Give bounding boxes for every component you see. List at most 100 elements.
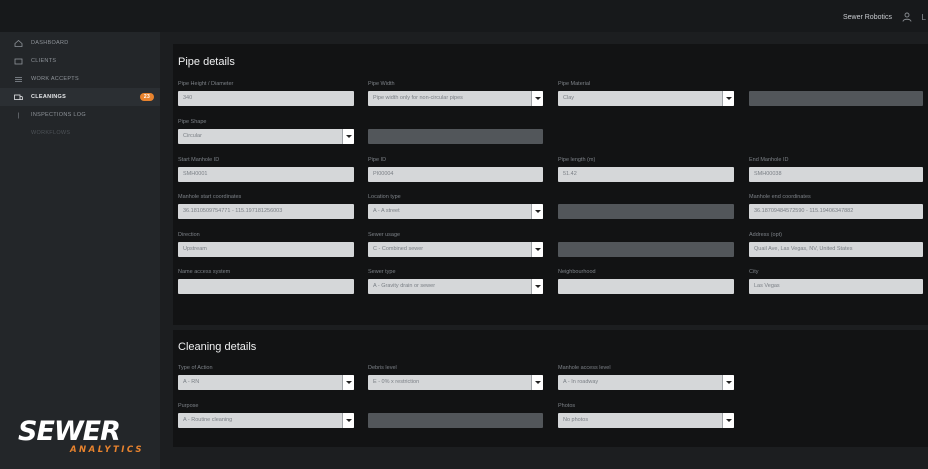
pipe-material-field: Pipe Material Clay xyxy=(558,80,734,106)
photos-field: Photos No photos xyxy=(558,402,734,428)
field-label: Address (opt) xyxy=(749,232,783,238)
chevron-down-icon[interactable] xyxy=(722,91,734,106)
logout-link[interactable]: L xyxy=(922,13,926,22)
sidebar-item-work-accepts[interactable]: Work Accepts xyxy=(0,70,160,88)
sewer-analytics-logo: SEWER ANALYTICS xyxy=(18,418,150,455)
access-system-field: Name access system xyxy=(178,268,354,294)
chevron-down-icon[interactable] xyxy=(342,413,354,428)
pipe-length-field: Pipe length (m) 51.42 xyxy=(558,156,734,182)
field-label: Sewer usage xyxy=(368,232,401,238)
pipe-height-input[interactable]: 340 xyxy=(178,91,354,106)
chevron-down-icon[interactable] xyxy=(722,375,734,390)
chevron-down-icon[interactable] xyxy=(342,129,354,144)
logo-word-sewer: SEWER xyxy=(18,416,121,447)
chevron-down-icon[interactable] xyxy=(342,375,354,390)
end-coordinates-field: Manhole end coordinates 36.1870948457259… xyxy=(749,193,923,219)
sidebar-item-workflows[interactable]: Workflows xyxy=(0,124,160,142)
field-label: Type of Action xyxy=(178,365,213,371)
pipe-height-field: Pipe Height / Diameter 340 xyxy=(178,80,354,106)
field-label: Manhole end coordinates xyxy=(749,194,811,200)
user-icon[interactable] xyxy=(902,12,912,22)
pipe-id-input[interactable]: PI00004 xyxy=(368,167,543,182)
city-input[interactable]: Las Vegas xyxy=(749,279,923,294)
pipe-width-field: Pipe Width Pipe width only for non-circu… xyxy=(368,80,543,106)
sidebar-item-cleanings[interactable]: Cleanings 23 xyxy=(0,88,160,106)
sidebar-item-inspections-log[interactable]: Inspections Log xyxy=(0,106,160,124)
field-label: Location type xyxy=(368,194,401,200)
access-system-input[interactable] xyxy=(178,279,354,294)
user-name[interactable]: Sewer Robotics xyxy=(843,14,892,21)
chevron-down-icon[interactable] xyxy=(531,375,543,390)
disabled-input xyxy=(749,91,923,106)
pipe-length-input[interactable]: 51.42 xyxy=(558,167,734,182)
field-label: Purpose xyxy=(178,403,199,409)
field-label: Debris level xyxy=(368,365,397,371)
home-icon xyxy=(14,39,23,47)
debris-level-field: Debris level E - 0% x restriction xyxy=(368,364,543,390)
chevron-down-icon[interactable] xyxy=(722,413,734,428)
end-manhole-field: End Manhole ID SMH00038 xyxy=(749,156,923,182)
chevron-down-icon[interactable] xyxy=(531,91,543,106)
field-label xyxy=(368,402,543,411)
app-window: Sewer Robotics L Dashboard Clients Work … xyxy=(0,0,928,469)
neighbourhood-input[interactable] xyxy=(558,279,734,294)
debris-level-select[interactable]: E - 0% x restriction xyxy=(368,375,543,390)
field-label: End Manhole ID xyxy=(749,157,789,163)
disabled-field-r1c4 xyxy=(749,80,923,106)
chevron-down-icon[interactable] xyxy=(531,242,543,257)
sidebar-item-label: Clients xyxy=(31,58,57,64)
start-manhole-input[interactable]: SMH0001 xyxy=(178,167,354,182)
manhole-access-field: Manhole access level A - In roadway xyxy=(558,364,734,390)
field-label: Direction xyxy=(178,232,200,238)
pipe-shape-select[interactable]: Circular xyxy=(178,129,354,144)
disabled-field-c2 xyxy=(368,402,543,428)
chevron-down-icon[interactable] xyxy=(531,204,543,219)
direction-input[interactable]: Upstream xyxy=(178,242,354,257)
chevron-down-icon[interactable] xyxy=(531,279,543,294)
field-label: Manhole start coordinates xyxy=(178,194,242,200)
manhole-access-select[interactable]: A - In roadway xyxy=(558,375,734,390)
end-manhole-input[interactable]: SMH00038 xyxy=(749,167,923,182)
disabled-field-r5c3 xyxy=(558,231,734,257)
field-label: Start Manhole ID xyxy=(178,157,220,163)
sidebar-item-label: Workflows xyxy=(31,130,71,136)
pipe-details-panel: Pipe details Pipe Height / Diameter 340 … xyxy=(173,44,928,325)
disabled-input xyxy=(368,129,543,144)
pipe-width-select[interactable]: Pipe width only for non-circular pipes xyxy=(368,91,543,106)
start-coordinates-field: Manhole start coordinates 36.18105097547… xyxy=(178,193,354,219)
sidebar-item-dashboard[interactable]: Dashboard xyxy=(0,34,160,52)
field-label xyxy=(558,231,734,240)
start-manhole-field: Start Manhole ID SMH0001 xyxy=(178,156,354,182)
field-label: City xyxy=(749,269,759,275)
purpose-field: Purpose A - Routine cleaning xyxy=(178,402,354,428)
address-field: Address (opt) Quail Ave, Las Vegas, NV, … xyxy=(749,231,923,257)
pipe-shape-field: Pipe Shape Circular xyxy=(178,118,354,144)
sidebar-item-label: Cleanings xyxy=(31,94,67,100)
end-coordinates-input[interactable]: 36.18709484572590 - 115.19406347882 xyxy=(749,204,923,219)
field-label: Pipe Material xyxy=(558,81,591,87)
start-coordinates-input[interactable]: 36.1810509754771 - 115.197181256003 xyxy=(178,204,354,219)
disabled-field-r4c3 xyxy=(558,193,734,219)
pipe-material-select[interactable]: Clay xyxy=(558,91,734,106)
truck-icon xyxy=(14,94,23,100)
field-label xyxy=(368,118,543,127)
address-input[interactable]: Quail Ave, Las Vegas, NV, United States xyxy=(749,242,923,257)
location-type-select[interactable]: A - A street xyxy=(368,204,543,219)
disabled-input xyxy=(368,413,543,428)
disabled-input xyxy=(558,242,734,257)
photos-select[interactable]: No photos xyxy=(558,413,734,428)
field-label xyxy=(749,80,923,89)
sidebar-item-label: Inspections Log xyxy=(31,112,86,118)
sidebar-item-label: Work Accepts xyxy=(31,76,79,82)
field-label: Pipe Shape xyxy=(178,119,207,125)
cleaning-details-panel: Cleaning details Type of Action A - RN D… xyxy=(173,330,928,447)
top-bar: Sewer Robotics L xyxy=(0,0,928,32)
location-type-field: Location type A - A street xyxy=(368,193,543,219)
type-of-action-select[interactable]: A - RN xyxy=(178,375,354,390)
sewer-usage-select[interactable]: C - Combined sewer xyxy=(368,242,543,257)
camera-icon xyxy=(18,112,19,118)
field-label: Sewer type xyxy=(368,269,396,275)
sidebar-item-clients[interactable]: Clients xyxy=(0,52,160,70)
sewer-type-select[interactable]: A - Gravity drain or sewer xyxy=(368,279,543,294)
purpose-select[interactable]: A - Routine cleaning xyxy=(178,413,354,428)
